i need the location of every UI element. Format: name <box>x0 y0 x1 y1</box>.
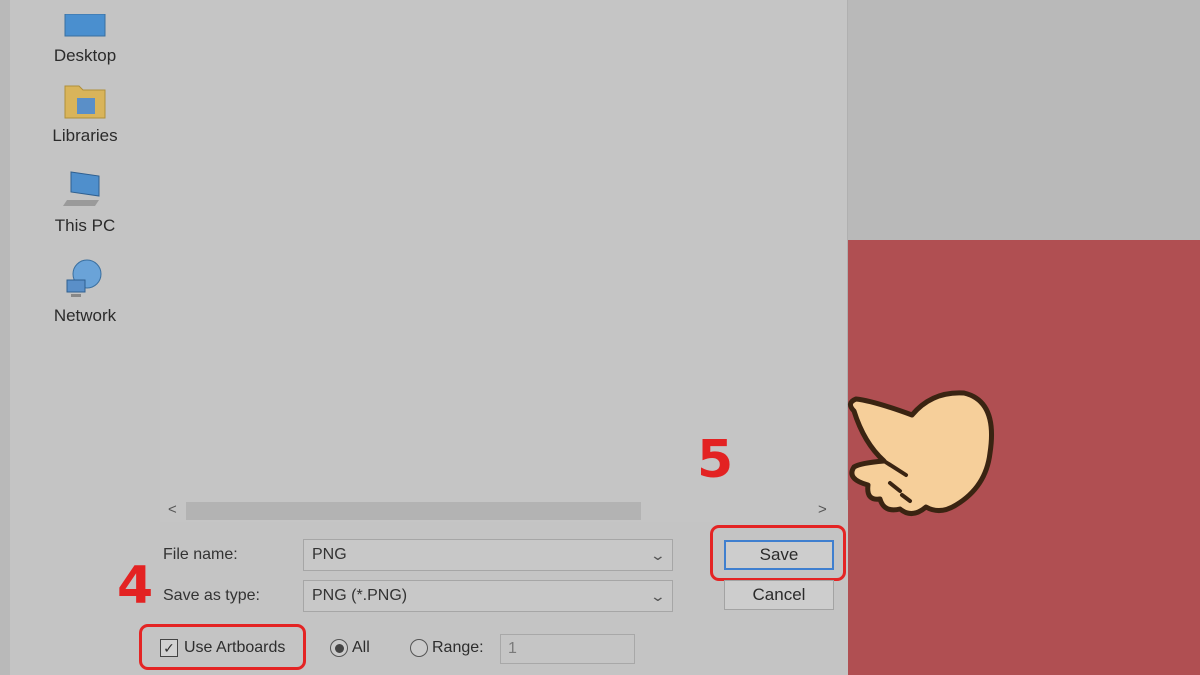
file-name-value: PNG <box>312 546 347 563</box>
step-4-annotation: 4 <box>117 556 154 616</box>
cancel-button[interactable]: Cancel <box>724 580 834 610</box>
use-artboards-checkbox[interactable]: ✓ Use Artboards <box>160 639 285 657</box>
save-type-label: Save as type: <box>163 587 260 604</box>
libraries-icon <box>63 74 107 120</box>
range-input[interactable]: 1 <box>500 634 635 664</box>
step-5-annotation: 5 <box>697 430 734 490</box>
radio-all[interactable]: All <box>330 639 370 657</box>
pointing-hand-icon <box>848 390 994 516</box>
file-name-field[interactable]: PNG ⌄ <box>303 539 673 571</box>
use-artboards-label: Use Artboards <box>184 639 286 656</box>
chevron-right-icon[interactable]: > <box>818 501 827 518</box>
horizontal-scrollbar[interactable]: < > <box>160 500 840 522</box>
file-name-label: File name: <box>163 546 238 563</box>
file-list-area[interactable] <box>160 0 848 500</box>
save-type-select[interactable]: PNG (*.PNG) ⌄ <box>303 580 673 612</box>
nav-item-label: Desktop <box>53 46 117 65</box>
radio-all-label: All <box>352 639 370 656</box>
save-button[interactable]: Save <box>724 540 834 570</box>
scrollbar-thumb[interactable] <box>186 502 641 520</box>
this-pc-icon <box>63 164 107 210</box>
nav-item-this-pc[interactable]: This PC <box>40 164 130 236</box>
radio-range[interactable]: Range: <box>410 639 484 657</box>
radio-unselected-icon[interactable] <box>410 639 428 657</box>
radio-selected-icon[interactable] <box>330 639 348 657</box>
checkmark-icon[interactable]: ✓ <box>160 639 178 657</box>
radio-range-label: Range: <box>432 639 484 656</box>
nav-item-label: This PC <box>54 216 116 235</box>
network-icon <box>63 254 107 300</box>
background-canvas-area <box>848 0 1200 240</box>
desktop-icon <box>63 0 107 40</box>
chevron-down-icon[interactable]: ⌄ <box>650 588 666 605</box>
save-type-value: PNG (*.PNG) <box>312 587 408 604</box>
nav-item-desktop[interactable]: Desktop <box>40 0 130 66</box>
navigation-pane: Desktop Libraries This PC Network <box>10 0 160 500</box>
chevron-down-icon[interactable]: ⌄ <box>650 547 666 564</box>
nav-item-network[interactable]: Network <box>40 254 130 326</box>
nav-item-label: Network <box>53 306 117 325</box>
nav-item-libraries[interactable]: Libraries <box>40 74 130 146</box>
nav-item-label: Libraries <box>52 126 118 145</box>
chevron-left-icon[interactable]: < <box>168 501 177 518</box>
